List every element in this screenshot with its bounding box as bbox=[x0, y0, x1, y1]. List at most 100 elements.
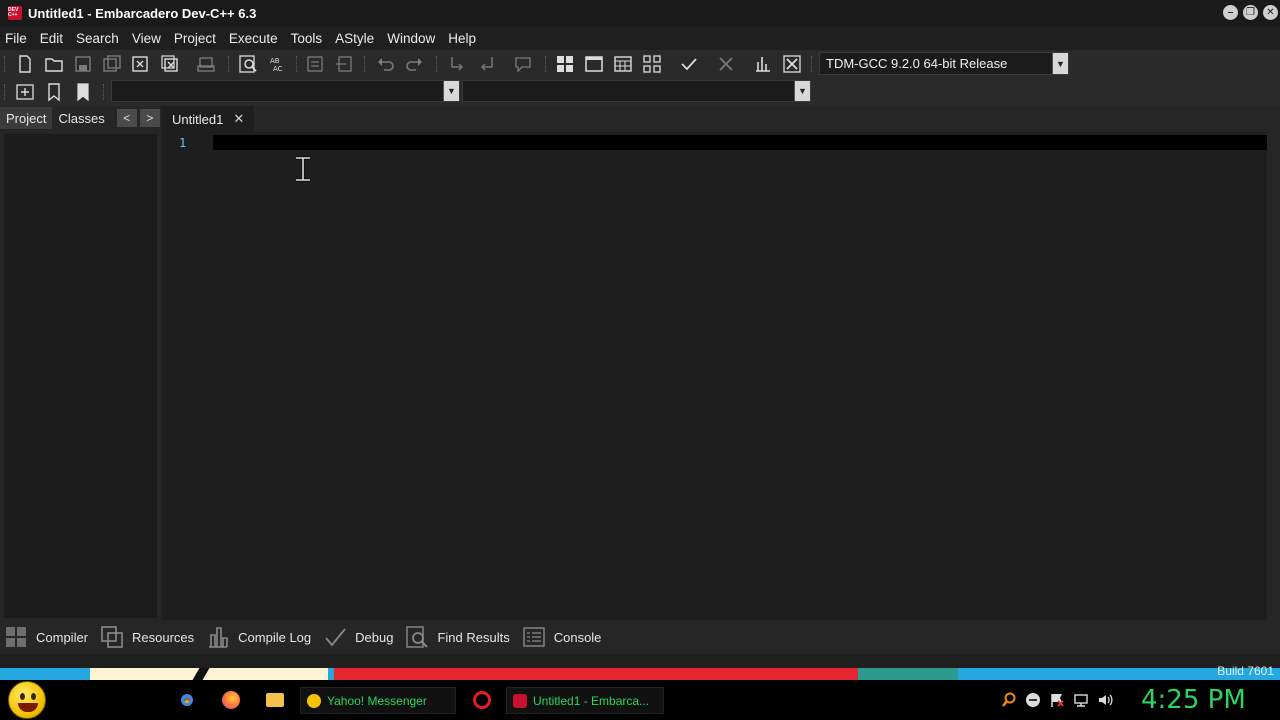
comment-icon[interactable] bbox=[511, 53, 535, 75]
replace-icon[interactable]: AB AC bbox=[266, 53, 290, 75]
chart-icon[interactable] bbox=[751, 53, 775, 75]
start-button-smiley-icon[interactable] bbox=[8, 681, 46, 719]
toolbar-grip[interactable] bbox=[4, 56, 6, 72]
tab-resources[interactable]: Resources bbox=[96, 620, 202, 654]
menu-help[interactable]: Help bbox=[443, 31, 482, 46]
yahoo-messenger-icon bbox=[307, 693, 321, 708]
goto-back-icon[interactable] bbox=[475, 53, 499, 75]
member-combo[interactable]: ▼ bbox=[462, 80, 811, 102]
restore-icon[interactable]: ❐ bbox=[1243, 5, 1258, 20]
secondary-toolbar: ▼ ▼ bbox=[0, 78, 1280, 106]
toolbar-grip[interactable] bbox=[811, 56, 813, 72]
menu-astyle[interactable]: AStyle bbox=[330, 31, 380, 46]
volume-icon[interactable] bbox=[1097, 692, 1113, 708]
network-icon[interactable] bbox=[1073, 692, 1089, 708]
code-editor[interactable]: 1 bbox=[164, 132, 1280, 620]
redo-icon[interactable] bbox=[403, 53, 427, 75]
action-center-flag-icon[interactable] bbox=[1049, 692, 1065, 708]
stop-icon[interactable] bbox=[714, 53, 738, 75]
status-bar bbox=[0, 654, 1280, 668]
menu-tools[interactable]: Tools bbox=[286, 31, 329, 46]
taskbar: Yahoo! Messenger Untitled1 - Embarca... … bbox=[0, 680, 1280, 720]
menu-search[interactable]: Search bbox=[71, 31, 125, 46]
delete-icon[interactable] bbox=[780, 53, 804, 75]
compiler-select[interactable]: TDM-GCC 9.2.0 64-bit Release ▼ bbox=[819, 52, 1069, 75]
save-icon[interactable] bbox=[71, 53, 95, 75]
chevron-left-icon[interactable]: < bbox=[116, 109, 137, 127]
calendar-icon[interactable] bbox=[611, 53, 635, 75]
menu-execute[interactable]: Execute bbox=[224, 31, 284, 46]
chevron-down-icon[interactable]: ▼ bbox=[443, 81, 459, 101]
status-icon[interactable] bbox=[1025, 692, 1041, 708]
print-icon[interactable] bbox=[194, 53, 218, 75]
firefox-icon[interactable] bbox=[222, 691, 240, 709]
minimize-icon[interactable]: – bbox=[1223, 5, 1238, 20]
project-tree[interactable] bbox=[4, 134, 157, 618]
svg-text:AC: AC bbox=[273, 65, 283, 73]
bookmark-icon[interactable] bbox=[42, 81, 66, 103]
tab-compiler[interactable]: Compiler bbox=[0, 620, 96, 654]
class-combo[interactable]: ▼ bbox=[111, 80, 460, 102]
find-icon[interactable] bbox=[236, 53, 260, 75]
tab-debug[interactable]: Debug bbox=[319, 620, 401, 654]
menu-view[interactable]: View bbox=[127, 31, 167, 46]
taskbar-item-yahoo-messenger[interactable]: Yahoo! Messenger bbox=[300, 687, 456, 714]
desktop-wallpaper bbox=[0, 668, 1280, 680]
indent-icon[interactable] bbox=[303, 53, 327, 75]
close-file-icon[interactable] bbox=[128, 53, 152, 75]
line-gutter: 1 bbox=[164, 132, 208, 620]
tab-compile-log[interactable]: Compile Log bbox=[202, 620, 319, 654]
toolbar-grip[interactable] bbox=[296, 56, 298, 72]
tab-label: Console bbox=[553, 629, 602, 645]
goto-bookmark-icon[interactable] bbox=[71, 81, 95, 103]
undo-icon[interactable] bbox=[373, 53, 397, 75]
close-all-icon[interactable] bbox=[158, 53, 182, 75]
folder-icon[interactable] bbox=[266, 693, 284, 707]
grid-icon[interactable] bbox=[640, 53, 664, 75]
chrome-icon[interactable] bbox=[178, 691, 196, 709]
check-icon[interactable] bbox=[677, 53, 701, 75]
menu-file[interactable]: File bbox=[0, 31, 33, 46]
dev-cpp-app-icon[interactable]: DEV C++ bbox=[8, 6, 22, 20]
save-all-icon[interactable] bbox=[100, 53, 124, 75]
chevron-down-icon[interactable]: ▼ bbox=[1052, 53, 1068, 74]
tab-project[interactable]: Project bbox=[0, 107, 53, 129]
toolbar-grip[interactable] bbox=[364, 56, 366, 72]
menu-edit[interactable]: Edit bbox=[35, 31, 69, 46]
insert-icon[interactable] bbox=[13, 81, 37, 103]
close-icon[interactable]: ✕ bbox=[1263, 5, 1278, 20]
menu-window[interactable]: Window bbox=[382, 31, 441, 46]
toolbar-grip[interactable] bbox=[228, 56, 230, 72]
toolbar-grip[interactable] bbox=[545, 56, 547, 72]
tab-label: Resources bbox=[132, 629, 195, 645]
tab-console[interactable]: Console bbox=[518, 620, 610, 654]
compiler-icon bbox=[6, 627, 26, 647]
vertical-scrollbar[interactable] bbox=[1267, 132, 1280, 620]
task-label: Untitled1 - Embarca... bbox=[533, 693, 650, 708]
tab-classes[interactable]: Classes bbox=[52, 107, 110, 129]
tab-label: Compiler bbox=[36, 629, 89, 645]
debug-check-icon bbox=[325, 628, 346, 647]
toolbar-grip[interactable] bbox=[436, 56, 438, 72]
toolbar-grip[interactable] bbox=[4, 84, 6, 100]
tab-find-results[interactable]: Find Results bbox=[401, 620, 517, 654]
menu-project[interactable]: Project bbox=[169, 31, 222, 46]
close-icon[interactable]: ✕ bbox=[233, 111, 244, 127]
new-file-icon[interactable] bbox=[13, 53, 37, 75]
system-clock[interactable]: 4:25 PM bbox=[1141, 685, 1246, 715]
opera-icon[interactable] bbox=[473, 691, 491, 709]
chevron-right-icon[interactable]: > bbox=[139, 109, 160, 127]
search-icon[interactable] bbox=[1001, 692, 1017, 708]
tab-label: Compile Log bbox=[238, 629, 312, 645]
taskbar-item-devcpp[interactable]: Untitled1 - Embarca... bbox=[506, 687, 664, 714]
open-folder-icon[interactable] bbox=[42, 53, 66, 75]
unindent-icon[interactable] bbox=[332, 53, 356, 75]
current-line-highlight[interactable] bbox=[213, 135, 1267, 150]
window-icon[interactable] bbox=[582, 53, 606, 75]
goto-line-icon[interactable] bbox=[445, 53, 469, 75]
line-number: 1 bbox=[179, 136, 187, 150]
chevron-down-icon[interactable]: ▼ bbox=[794, 81, 810, 101]
toolbar-grip[interactable] bbox=[103, 84, 105, 100]
tile-icon[interactable] bbox=[553, 53, 577, 75]
tab-untitled1[interactable]: Untitled1 ✕ bbox=[164, 106, 254, 132]
